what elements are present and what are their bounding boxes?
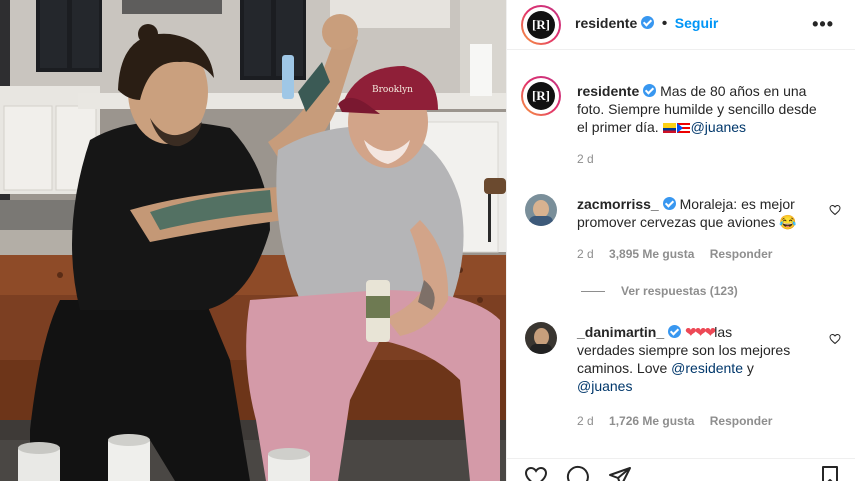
commenter-avatar[interactable] — [525, 194, 557, 226]
dot-separator: • — [661, 15, 668, 32]
mention-residente[interactable]: @residente — [671, 360, 743, 376]
comment-username[interactable]: zacmorriss_ — [577, 196, 659, 212]
verified-badge-icon — [641, 16, 655, 29]
comment-likes[interactable]: 3,895 Me gusta — [609, 247, 694, 261]
verified-badge-icon — [662, 197, 676, 210]
reply-button[interactable]: Responder — [710, 414, 773, 428]
verified-badge-icon — [668, 325, 682, 338]
post-photo[interactable]: Brooklyn — [0, 0, 506, 481]
follow-button[interactable]: Seguir — [675, 15, 719, 31]
comment-likes[interactable]: 1,726 Me gusta — [609, 414, 694, 428]
caption-avatar[interactable]: [R] — [521, 76, 561, 116]
comment-timestamp[interactable]: 2 d — [577, 247, 594, 261]
puerto-rico-flag-icon — [676, 123, 690, 133]
replies-divider — [581, 291, 605, 293]
save-icon[interactable] — [818, 465, 842, 481]
view-replies-label: Ver respuestas (123) — [621, 284, 738, 298]
comment-like-icon[interactable] — [829, 204, 841, 216]
comment-timestamp[interactable]: 2 d — [577, 414, 594, 428]
comment-line-1: las — [714, 324, 733, 340]
comment-conjunction: y — [746, 360, 754, 376]
caption-line-1: Mas de 80 años en una — [660, 83, 807, 99]
caption-timestamp[interactable]: 2 d — [577, 152, 594, 166]
like-icon[interactable] — [523, 465, 549, 481]
cap-logo-text: Brooklyn — [372, 85, 413, 95]
comment-text: _danimartin_ ❤❤❤las verdades siempre son… — [577, 323, 827, 395]
author-username[interactable]: residente — [575, 15, 637, 31]
laughing-emoji: 😂 — [779, 214, 797, 230]
verified-badge-icon — [643, 84, 657, 97]
post-header: [R] residente • Seguir ••• — [507, 0, 855, 50]
colombia-flag-icon — [662, 123, 676, 133]
residente-logo-icon: [R] — [526, 81, 556, 111]
reply-button[interactable]: Responder — [710, 247, 773, 261]
comment-meta: 2 d 3,895 Me gusta Responder — [577, 247, 772, 261]
author-avatar[interactable]: [R] — [521, 5, 561, 45]
comment-line-2: verdades siempre son los mejores — [577, 342, 791, 358]
mention-juanes[interactable]: @juanes — [691, 119, 746, 135]
mention-juanes[interactable]: @juanes — [577, 378, 632, 394]
commenter-avatar[interactable] — [525, 322, 557, 354]
caption-text: residente Mas de 80 años en una foto. Si… — [577, 82, 847, 136]
comment-line-1: Moraleja: es mejor — [679, 196, 795, 212]
residente-logo-icon: [R] — [526, 10, 556, 40]
comment-username[interactable]: _danimartin_ — [577, 324, 664, 340]
more-options-icon[interactable]: ••• — [812, 14, 834, 35]
caption-line-2: foto. Siempre humilde y sencillo desde — [577, 101, 817, 117]
comment-line-2: promover cervezas que aviones — [577, 214, 776, 230]
comment-text: zacmorriss_ Moraleja: es mejor promover … — [577, 195, 827, 231]
post-panel: [R] residente • Seguir ••• [R] residente… — [506, 0, 855, 481]
view-replies-button[interactable]: Ver respuestas (123) — [581, 284, 738, 298]
caption-username[interactable]: residente — [577, 83, 639, 99]
post-actions-bar — [507, 458, 855, 481]
comment-line-3: caminos. Love — [577, 360, 668, 376]
share-icon[interactable] — [607, 465, 633, 481]
photo-illustration: Brooklyn — [0, 0, 506, 481]
comment-meta: 2 d 1,726 Me gusta Responder — [577, 414, 772, 428]
hearts-emoji: ❤❤❤ — [685, 324, 716, 340]
comment-icon[interactable] — [565, 465, 591, 481]
comment-like-icon[interactable] — [829, 333, 841, 345]
caption-line-3: el primer día. — [577, 119, 659, 135]
